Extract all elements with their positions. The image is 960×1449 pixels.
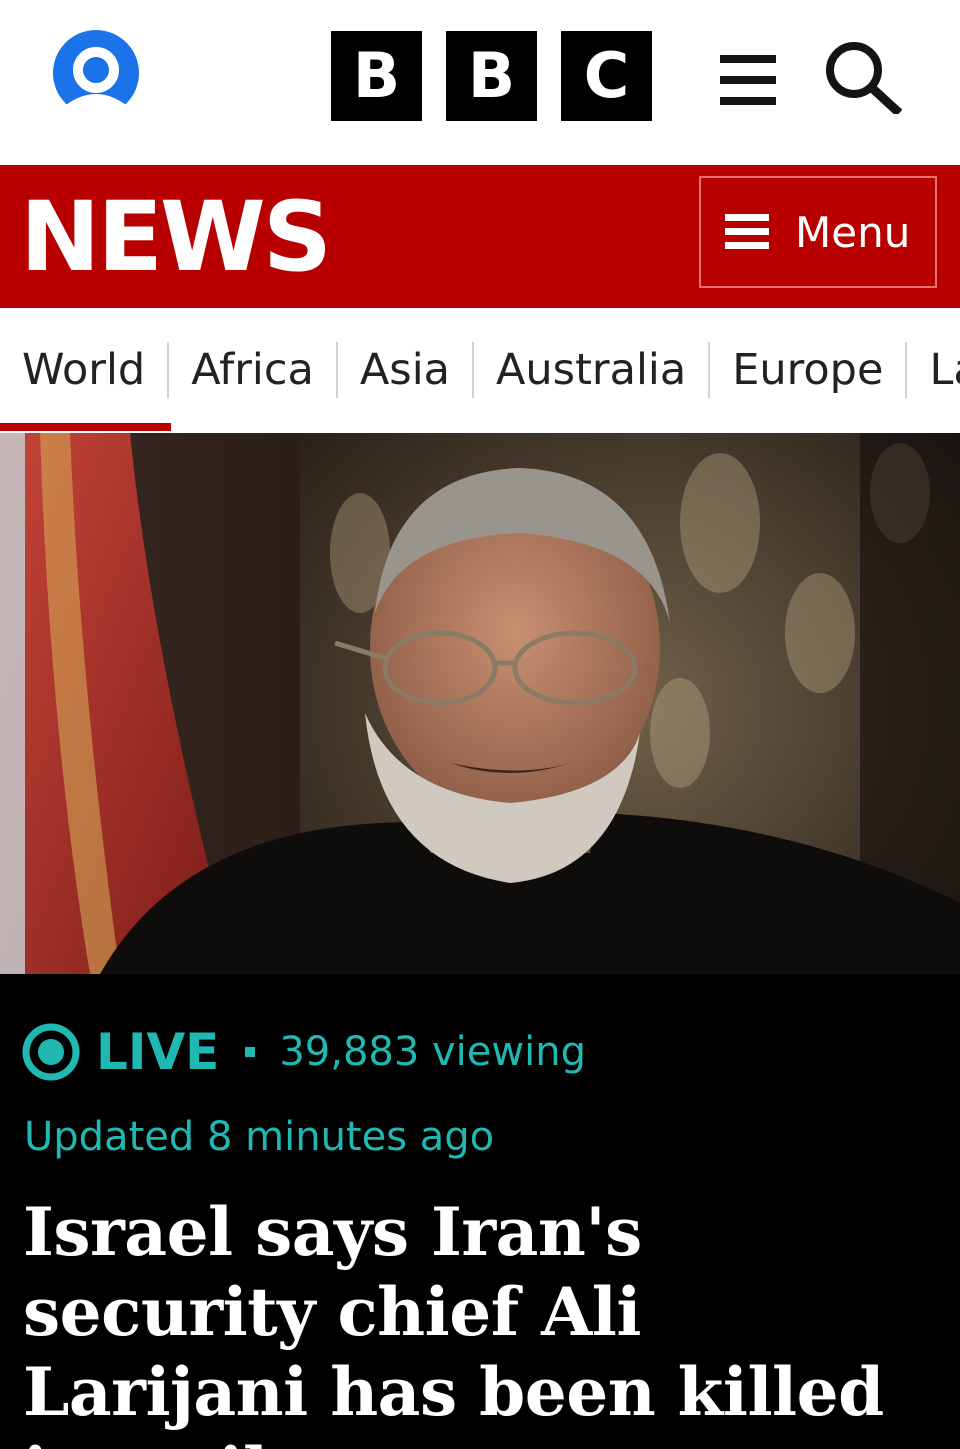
updated-timestamp: Updated 8 minutes ago (24, 1114, 495, 1160)
nav-tab-latin-america[interactable]: Latin America (905, 342, 960, 398)
hamburger-icon[interactable] (720, 55, 776, 105)
active-tab-indicator (0, 423, 171, 431)
bbc-logo-letter: B (446, 31, 537, 121)
separator-dot (245, 1047, 256, 1057)
bbc-logo-letter: B (331, 31, 422, 121)
menu-lines-icon (725, 214, 769, 250)
nav-tab-europe[interactable]: Europe (708, 342, 905, 398)
menu-button[interactable]: Menu (699, 176, 937, 288)
live-status-row: LIVE 39,883 viewing (22, 1022, 586, 1082)
article-headline[interactable]: Israel says Iran's security chief Ali La… (23, 1192, 943, 1449)
viewer-count: 39,883 viewing (279, 1029, 586, 1075)
bbc-logo-letter: C (561, 31, 652, 121)
search-icon[interactable] (824, 40, 903, 117)
live-indicator-icon (22, 1023, 80, 1081)
nav-tab-world[interactable]: World (0, 342, 167, 398)
nav-tab-asia[interactable]: Asia (335, 342, 472, 398)
bbc-logo[interactable]: B B C (331, 31, 652, 121)
live-label: LIVE (96, 1023, 220, 1081)
nav-tab-africa[interactable]: Africa (167, 342, 336, 398)
news-header-bar: NEWS Menu (0, 165, 960, 308)
nav-tab-australia[interactable]: Australia (472, 342, 708, 398)
menu-button-label: Menu (795, 207, 911, 257)
section-nav: World Africa Asia Australia Europe Latin… (0, 308, 960, 433)
article-header: LIVE 39,883 viewing Updated 8 minutes ag… (0, 974, 960, 1449)
account-icon[interactable] (52, 30, 140, 116)
news-section-title[interactable]: NEWS (20, 187, 332, 287)
hero-image[interactable] (0, 433, 960, 974)
top-bar: B B C (0, 0, 960, 165)
